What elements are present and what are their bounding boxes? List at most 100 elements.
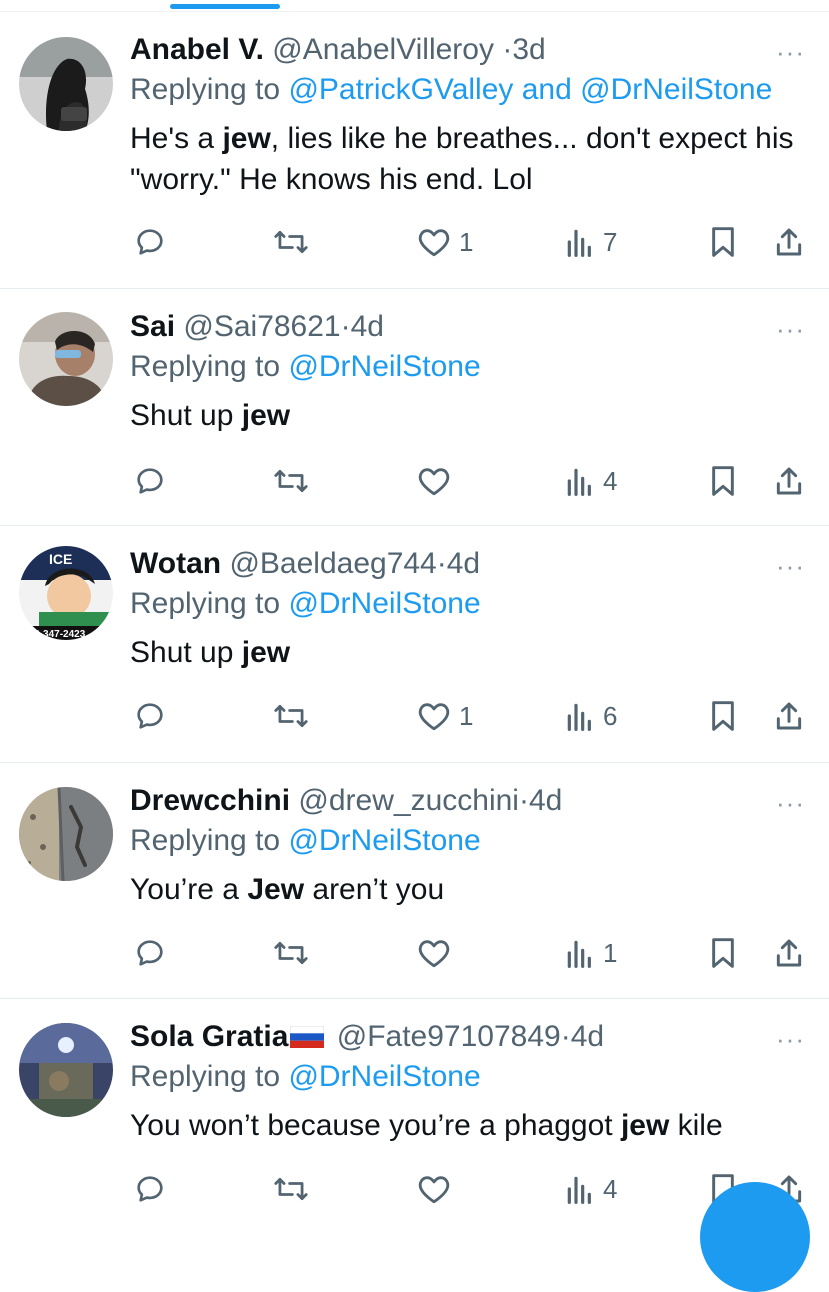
views-icon	[567, 468, 591, 496]
like-button[interactable]: 1	[417, 696, 473, 736]
russian-flag-icon	[289, 1025, 325, 1049]
avatar[interactable]	[19, 37, 113, 131]
views-button[interactable]: 6	[565, 696, 617, 736]
avatar[interactable]: ICE 866-347-2423	[19, 546, 113, 640]
user-handle[interactable]: @Sai78621	[183, 310, 340, 343]
views-button[interactable]: 1	[565, 933, 617, 973]
compose-button[interactable]	[700, 1182, 810, 1292]
user-handle[interactable]: @AnabelVilleroy	[272, 33, 494, 66]
views-button[interactable]: 4	[565, 461, 617, 501]
tweet-header: Drewcchini @drew_zucchini·4d	[130, 783, 809, 819]
tweet-text: You won’t because you’re a phaggot jew k…	[130, 1105, 809, 1146]
separator-dot: ·	[518, 784, 529, 817]
heart-icon	[418, 229, 450, 257]
replying-to-link[interactable]: @DrNeilStone	[288, 350, 480, 383]
more-options-icon[interactable]: ···	[776, 553, 805, 579]
tweet-text-bold: jew	[222, 122, 271, 155]
tweet-card[interactable]: Anabel V. @AnabelVilleroy ·3d Replying t…	[0, 12, 829, 289]
reply-button[interactable]	[134, 933, 166, 973]
timestamp[interactable]: 4d	[351, 310, 384, 343]
like-count: 1	[459, 700, 474, 731]
replying-to-link[interactable]: @PatrickGValley and @DrNeilStone	[288, 73, 772, 106]
timestamp[interactable]: 4d	[529, 784, 562, 817]
share-icon	[776, 702, 802, 730]
replying-prefix: Replying to	[130, 824, 289, 857]
active-tab-indicator	[170, 4, 280, 9]
share-button[interactable]	[774, 461, 804, 501]
separator-dot: ·	[502, 33, 513, 66]
more-options-icon[interactable]: ···	[776, 1026, 805, 1052]
user-handle[interactable]: @drew_zucchini	[298, 784, 519, 817]
bookmark-button[interactable]	[710, 461, 736, 501]
view-count: 4	[603, 465, 618, 496]
share-button[interactable]	[774, 222, 804, 262]
avatar[interactable]	[19, 787, 113, 881]
tweet-text-part: Shut up	[130, 636, 242, 669]
tweet-actions: 1 6	[130, 696, 810, 736]
like-button[interactable]: 1	[417, 222, 473, 262]
reply-button[interactable]	[134, 461, 166, 501]
like-button[interactable]	[417, 461, 459, 501]
timestamp[interactable]: 4d	[447, 547, 480, 580]
like-button[interactable]	[417, 1169, 459, 1209]
separator-dot: ·	[560, 1020, 571, 1053]
more-options-icon[interactable]: ···	[776, 316, 805, 342]
share-button[interactable]	[774, 696, 804, 736]
separator-dot: ·	[436, 547, 447, 580]
tweet-card[interactable]: ICE 866-347-2423 Wotan @Baeldaeg744·4d R…	[0, 526, 829, 763]
replying-to: Replying to @DrNeilStone	[130, 1059, 809, 1095]
replying-to: Replying to @DrNeilStone	[130, 586, 809, 622]
more-options-icon[interactable]: ···	[776, 790, 805, 816]
reply-button[interactable]	[134, 696, 166, 736]
heart-icon	[418, 1176, 450, 1204]
replying-to-link[interactable]: @DrNeilStone	[288, 587, 480, 620]
separator-dot: ·	[340, 310, 351, 343]
user-handle[interactable]: @Fate97107849	[337, 1020, 561, 1053]
retweet-button[interactable]	[273, 461, 309, 501]
tweet-text-bold: Jew	[247, 873, 305, 906]
display-name[interactable]: Drewcchini	[130, 784, 290, 817]
tweet-text: Shut up jew	[130, 395, 809, 436]
replying-prefix: Replying to	[130, 350, 289, 383]
tweet-card[interactable]: Sai @Sai78621·4d Replying to @DrNeilSton…	[0, 289, 829, 526]
display-name[interactable]: Sola Gratia	[130, 1020, 288, 1053]
timestamp[interactable]: 4d	[571, 1020, 604, 1053]
display-name[interactable]: Sai	[130, 310, 175, 343]
share-button[interactable]	[774, 933, 804, 973]
more-options-icon[interactable]: ···	[776, 39, 805, 65]
tweet-text-part: Shut up	[130, 399, 242, 432]
bookmark-button[interactable]	[710, 933, 736, 973]
timestamp[interactable]: 3d	[512, 33, 545, 66]
display-name[interactable]: Wotan	[130, 547, 221, 580]
bookmark-button[interactable]	[710, 222, 736, 262]
retweet-icon	[274, 941, 308, 965]
view-count: 7	[603, 226, 618, 257]
retweet-button[interactable]	[273, 933, 309, 973]
user-handle[interactable]: @Baeldaeg744	[229, 547, 436, 580]
tweet-text-bold: jew	[620, 1109, 670, 1142]
tweet-text-part: You’re a	[130, 873, 248, 906]
reply-icon	[137, 1176, 163, 1202]
tweet-card[interactable]: Drewcchini @drew_zucchini·4d Replying to…	[0, 763, 829, 999]
avatar[interactable]	[19, 312, 113, 406]
retweet-button[interactable]	[273, 1169, 309, 1209]
like-button[interactable]	[417, 933, 459, 973]
tweet-text: You’re a Jew aren’t you	[130, 869, 809, 910]
tweet-actions: 4	[130, 461, 810, 501]
views-button[interactable]: 4	[565, 1169, 617, 1209]
replying-to-link[interactable]: @DrNeilStone	[288, 824, 480, 857]
bookmark-button[interactable]	[710, 696, 736, 736]
avatar[interactable]	[19, 1023, 113, 1117]
retweet-icon	[274, 1177, 308, 1201]
reply-button[interactable]	[134, 1169, 166, 1209]
replying-to-link[interactable]: @DrNeilStone	[288, 1060, 480, 1093]
tweet-text-bold: jew	[241, 399, 291, 432]
view-count: 6	[603, 700, 618, 731]
retweet-button[interactable]	[273, 696, 309, 736]
retweet-button[interactable]	[273, 222, 309, 262]
display-name[interactable]: Anabel V.	[130, 33, 264, 66]
bookmark-icon	[712, 466, 734, 496]
reply-icon	[137, 229, 163, 255]
reply-button[interactable]	[134, 222, 166, 262]
views-button[interactable]: 7	[565, 222, 617, 262]
